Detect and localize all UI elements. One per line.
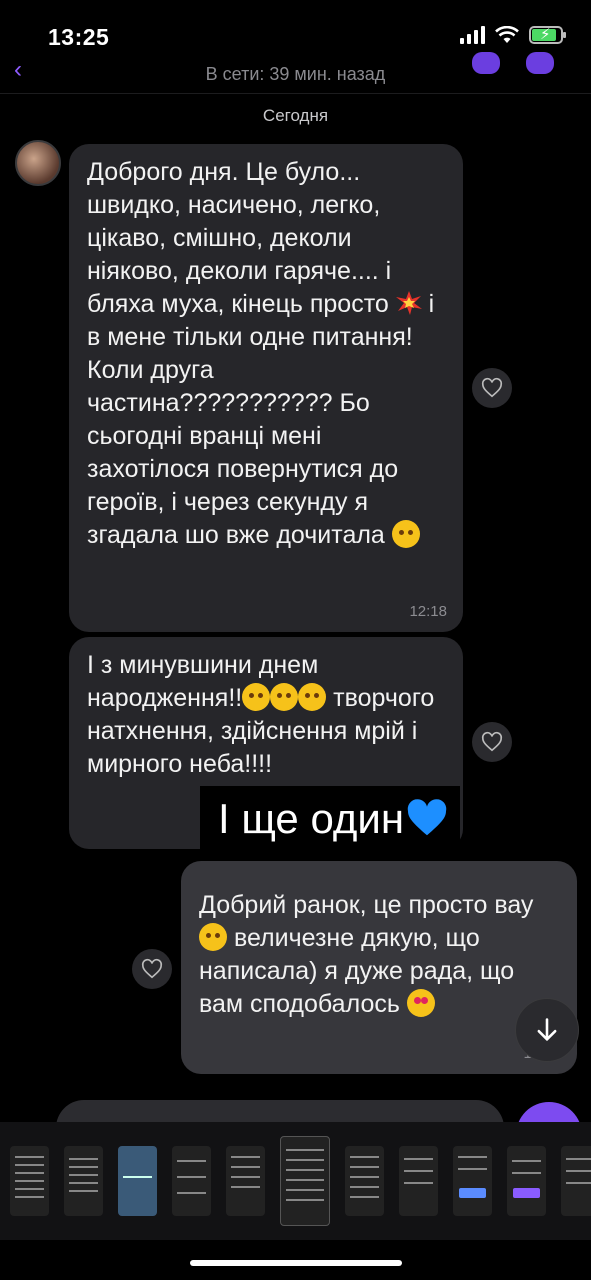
menu-button[interactable]	[526, 52, 554, 74]
chevron-down-icon	[537, 1018, 557, 1041]
status-icons: ⚡	[460, 26, 566, 44]
thumbnail[interactable]	[10, 1146, 49, 1216]
partying-face-emoji	[242, 683, 271, 711]
partying-face-emoji	[270, 683, 299, 711]
thumbnail-strip[interactable]	[0, 1122, 591, 1240]
partying-face-emoji	[298, 683, 327, 711]
heart-icon	[481, 731, 503, 752]
chat-header: ‹ В сети: 39 мин. назад	[0, 52, 591, 94]
signal-icon	[460, 26, 485, 44]
star-struck-emoji	[199, 923, 227, 951]
heart-icon	[481, 377, 503, 398]
thumbnail[interactable]	[453, 1146, 492, 1216]
overlay-caption: І ще один	[200, 786, 461, 852]
heart-icon	[141, 958, 163, 979]
home-indicator	[190, 1260, 402, 1266]
blue-heart-icon	[407, 799, 447, 836]
thumbnail[interactable]	[561, 1146, 591, 1216]
thumbnail[interactable]	[399, 1146, 438, 1216]
battery-icon: ⚡	[529, 26, 566, 44]
thumbnail[interactable]	[226, 1146, 265, 1216]
thumbnail[interactable]	[507, 1146, 546, 1216]
face-hand-over-mouth-emoji	[391, 520, 420, 548]
message-time: 12:18	[409, 603, 447, 621]
status-time: 13:25	[48, 24, 110, 50]
like-button[interactable]	[472, 722, 512, 762]
message-text: Добрий ранок, це просто вау величезне дя…	[199, 891, 534, 1018]
thumbnail[interactable]	[64, 1146, 103, 1216]
thumbnail-active[interactable]	[280, 1136, 330, 1226]
message-bubble-incoming[interactable]: Доброго дня. Це було... швидко, насичено…	[69, 144, 463, 632]
wifi-icon	[495, 26, 519, 43]
scroll-down-button[interactable]	[515, 998, 579, 1062]
call-button[interactable]	[472, 52, 500, 74]
message-text: Доброго дня. Це було... швидко, насичено…	[87, 158, 442, 549]
heart-eyes-emoji	[406, 989, 435, 1017]
thumbnail[interactable]	[118, 1146, 157, 1216]
avatar[interactable]	[15, 140, 61, 186]
like-button[interactable]	[472, 368, 512, 408]
thumbnail[interactable]	[345, 1146, 384, 1216]
date-separator: Сегодня	[262, 106, 329, 125]
like-button[interactable]	[132, 949, 172, 989]
online-status: В сети: 39 мин. назад	[205, 64, 386, 84]
thumbnail[interactable]	[172, 1146, 211, 1216]
message-text: І з минувшини днем народження!! творчого…	[87, 651, 442, 778]
collision-emoji	[395, 291, 422, 315]
